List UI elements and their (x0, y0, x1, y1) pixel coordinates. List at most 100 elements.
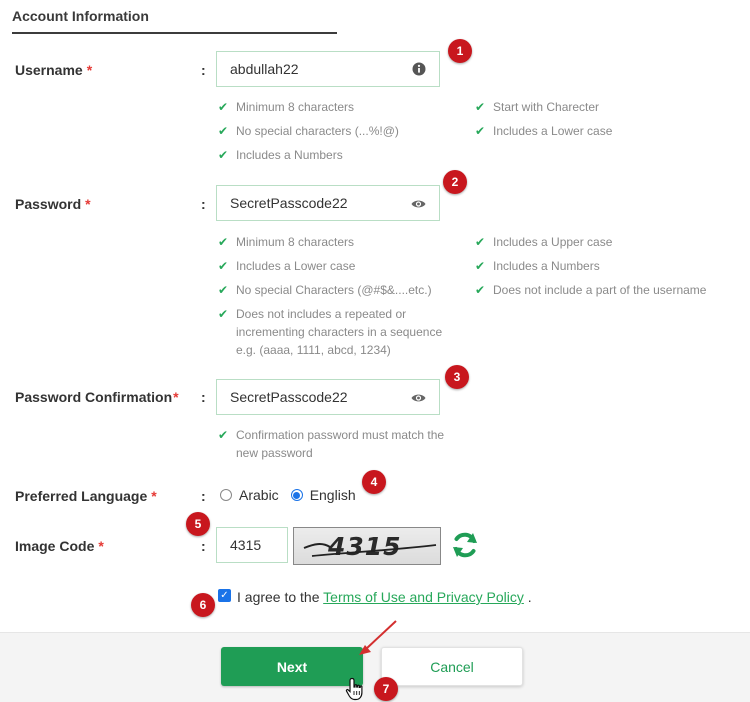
password-input[interactable]: SecretPasscode22 (216, 185, 440, 221)
language-radio-group: Arabic English (220, 487, 356, 503)
username-label-text: Username (15, 62, 83, 78)
required-mark: * (173, 389, 179, 405)
radio-arabic-label[interactable]: Arabic (239, 487, 279, 503)
hand-cursor-icon (345, 677, 363, 701)
captcha-noise (303, 543, 437, 557)
rule-text: Includes a Lower case (236, 259, 356, 273)
cancel-button[interactable]: Cancel (381, 647, 523, 686)
rule-item: ✔ Includes a Numbers (218, 146, 473, 164)
agree-label: I agree to the (237, 589, 320, 605)
username-label: Username * (15, 62, 92, 78)
step-badge-5: 5 (186, 512, 210, 536)
username-rules-right: ✔ Start with Charecter ✔ Includes a Lower … (475, 98, 745, 140)
agree-checkbox[interactable]: ✓ (218, 589, 231, 602)
check-icon: ✔ (475, 124, 486, 138)
required-mark: * (98, 538, 104, 554)
check-icon: ✔ (218, 124, 229, 138)
check-icon: ✔ (475, 235, 486, 249)
username-input[interactable]: abdullah22 (216, 51, 440, 87)
rule-text: Includes a Numbers (236, 148, 343, 162)
check-icon: ✔ (218, 235, 229, 249)
rule-text: Minimum 8 characters (236, 100, 355, 114)
section-title: Account Information (12, 8, 149, 24)
rule-item: ✔ No special Characters (@#$&....etc.) (218, 281, 468, 299)
rule-text: Includes a Lower case (493, 124, 613, 138)
rule-item: ✔ Includes a Numbers (475, 257, 745, 275)
rule-item: ✔ Includes a Lower case (218, 257, 468, 275)
rule-item: ✔ Includes a Lower case (475, 122, 745, 140)
agree-suffix: . (527, 589, 532, 605)
rule-item: ✔ No special characters (...%!@) (218, 122, 473, 140)
annotation-arrow-icon (359, 620, 397, 655)
check-icon: ✔ (218, 283, 229, 297)
username-value: abdullah22 (230, 61, 299, 77)
check-icon: ✔ (475, 259, 486, 273)
step-badge-6: 6 (191, 593, 215, 617)
eye-icon[interactable] (411, 197, 426, 213)
next-button[interactable]: Next (221, 647, 363, 686)
confirm-input[interactable]: SecretPasscode22 (216, 379, 440, 415)
password-rules-right: ✔ Includes a Upper case ✔ Includes a Numbe… (475, 233, 745, 299)
password-label-text: Password (15, 196, 82, 212)
refresh-icon[interactable] (450, 530, 480, 565)
rule-item: ✔ Does not includes a repeated or increme… (218, 305, 468, 359)
eye-icon[interactable] (411, 391, 426, 407)
rule-text: Includes a Numbers (493, 259, 600, 273)
image-code-label-text: Image Code (15, 538, 95, 554)
confirm-label: Password Confirmation* (15, 389, 179, 405)
radio-english-label[interactable]: English (310, 487, 356, 503)
language-label-text: Preferred Language (15, 488, 148, 504)
step-badge-7: 7 (374, 677, 398, 701)
check-icon: ✔ (218, 259, 229, 273)
check-icon: ✔ (475, 283, 486, 297)
rule-text: Start with Charecter (493, 100, 600, 114)
image-code-value: 4315 (230, 537, 262, 553)
required-mark: * (151, 488, 157, 504)
confirm-label-text: Password Confirmation (15, 389, 173, 405)
rule-text: No special characters (...%!@) (236, 124, 399, 138)
password-rules-left: ✔ Minimum 8 characters ✔ Includes a Lower … (218, 233, 468, 359)
required-mark: * (86, 62, 93, 78)
check-icon: ✔ (218, 100, 229, 114)
rule-text: No special Characters (@#$&....etc.) (236, 283, 432, 297)
rule-item: ✔ Minimum 8 characters (218, 233, 468, 251)
language-label: Preferred Language * (15, 488, 157, 504)
password-label: Password * (15, 196, 91, 212)
terms-link[interactable]: Terms of Use and Privacy Policy (323, 589, 524, 605)
confirm-rules: ✔ Confirmation password must match the ne… (218, 426, 463, 462)
colon: : (201, 389, 206, 405)
rule-text: Includes a Upper case (493, 235, 613, 249)
check-icon: ✔ (218, 148, 229, 162)
rule-item: ✔ Does not include a part of the username (475, 281, 745, 299)
required-mark: * (85, 196, 91, 212)
agree-text: I agree to the Terms of Use and Privacy … (237, 589, 532, 605)
image-code-input[interactable]: 4315 (216, 527, 288, 563)
colon: : (201, 488, 206, 504)
check-icon: ✔ (218, 428, 229, 442)
rule-item: ✔ Start with Charecter (475, 98, 745, 116)
username-rules-left: ✔ Minimum 8 characters ✔ No special charac… (218, 98, 473, 164)
rule-item: ✔ Confirmation password must match the ne… (218, 426, 463, 462)
section-divider (12, 32, 337, 34)
info-icon[interactable] (412, 62, 426, 79)
colon: : (201, 62, 206, 78)
captcha-image: 4315 (293, 527, 441, 565)
rule-text: Does not includes a repeated or incremen… (236, 307, 443, 357)
step-badge-4: 4 (362, 470, 386, 494)
check-icon: ✔ (475, 100, 486, 114)
rule-item: ✔ Minimum 8 characters (218, 98, 473, 116)
rule-text: Minimum 8 characters (236, 235, 355, 249)
image-code-label: Image Code * (15, 538, 104, 554)
check-icon: ✔ (218, 307, 229, 321)
colon: : (201, 196, 206, 212)
password-value: SecretPasscode22 (230, 195, 348, 211)
step-badge-3: 3 (445, 365, 469, 389)
confirm-value: SecretPasscode22 (230, 389, 348, 405)
colon: : (201, 538, 206, 554)
rule-item: ✔ Includes a Upper case (475, 233, 745, 251)
radio-arabic[interactable] (220, 489, 232, 501)
rule-text: Does not include a part of the username (493, 283, 707, 297)
radio-english[interactable] (290, 489, 303, 501)
rule-text: Confirmation password must match the new… (236, 428, 445, 460)
step-badge-1: 1 (448, 39, 472, 63)
